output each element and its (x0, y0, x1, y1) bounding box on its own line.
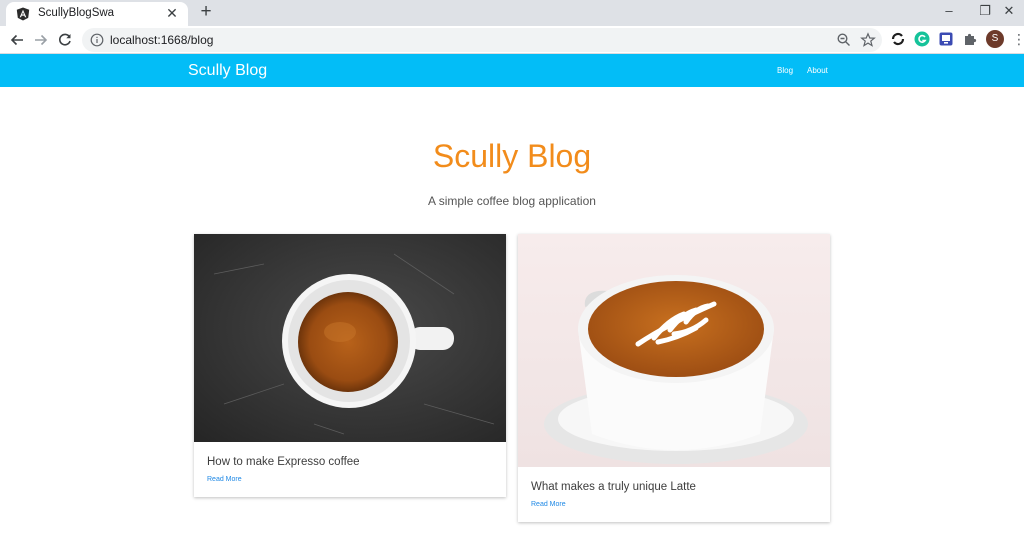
new-tab-button[interactable]: + (196, 2, 216, 22)
latte-art-image[interactable] (518, 234, 830, 467)
blog-post-card[interactable]: What makes a truly unique Latte Read Mor… (518, 234, 830, 522)
puzzle-icon[interactable] (962, 31, 978, 47)
zoom-icon[interactable] (836, 32, 852, 48)
brand-title[interactable]: Scully Blog (188, 62, 267, 80)
back-arrow-icon[interactable] (6, 29, 28, 51)
more-menu-icon[interactable]: ⋮ (1012, 30, 1024, 48)
tab-title: ScullyBlogSwa (38, 7, 115, 19)
nav-link-blog[interactable]: Blog (777, 66, 793, 75)
read-more-link[interactable]: Read More (207, 476, 242, 483)
reload-icon[interactable] (54, 29, 76, 51)
read-more-link[interactable]: Read More (531, 501, 566, 508)
close-icon[interactable]: ✕ (164, 5, 180, 21)
app-header: Scully Blog Blog About (0, 54, 1024, 87)
window-close-button[interactable]: ✕ (990, 0, 1024, 24)
minimize-button[interactable]: – (930, 0, 968, 24)
angular-icon (16, 7, 30, 21)
browser-toolbar: localhost:1668/blog (0, 26, 1024, 54)
forward-arrow-icon[interactable] (30, 29, 52, 51)
profile-avatar[interactable]: S (986, 30, 1004, 48)
blog-post-card[interactable]: How to make Expresso coffee Read More (194, 234, 506, 497)
sync-icon[interactable] (890, 31, 906, 47)
grammarly-icon[interactable] (914, 31, 930, 47)
address-bar[interactable]: localhost:1668/blog (82, 28, 882, 52)
browser-tabstrip: ScullyBlogSwa ✕ + – ❐ ✕ (0, 0, 1024, 26)
bookmark-star-icon[interactable] (860, 32, 876, 48)
url-text[interactable]: localhost:1668/blog (110, 33, 213, 47)
espresso-cup-image[interactable] (194, 234, 506, 442)
post-title[interactable]: How to make Expresso coffee (207, 456, 360, 468)
page-title: Scully Blog (432, 138, 592, 174)
info-icon[interactable] (90, 33, 104, 47)
nav-link-about[interactable]: About (807, 66, 828, 75)
screen-capture-icon[interactable] (938, 31, 954, 47)
post-title[interactable]: What makes a truly unique Latte (531, 481, 696, 493)
page-subtitle: A simple coffee blog application (428, 194, 596, 208)
browser-tab[interactable]: ScullyBlogSwa ✕ (6, 2, 188, 26)
